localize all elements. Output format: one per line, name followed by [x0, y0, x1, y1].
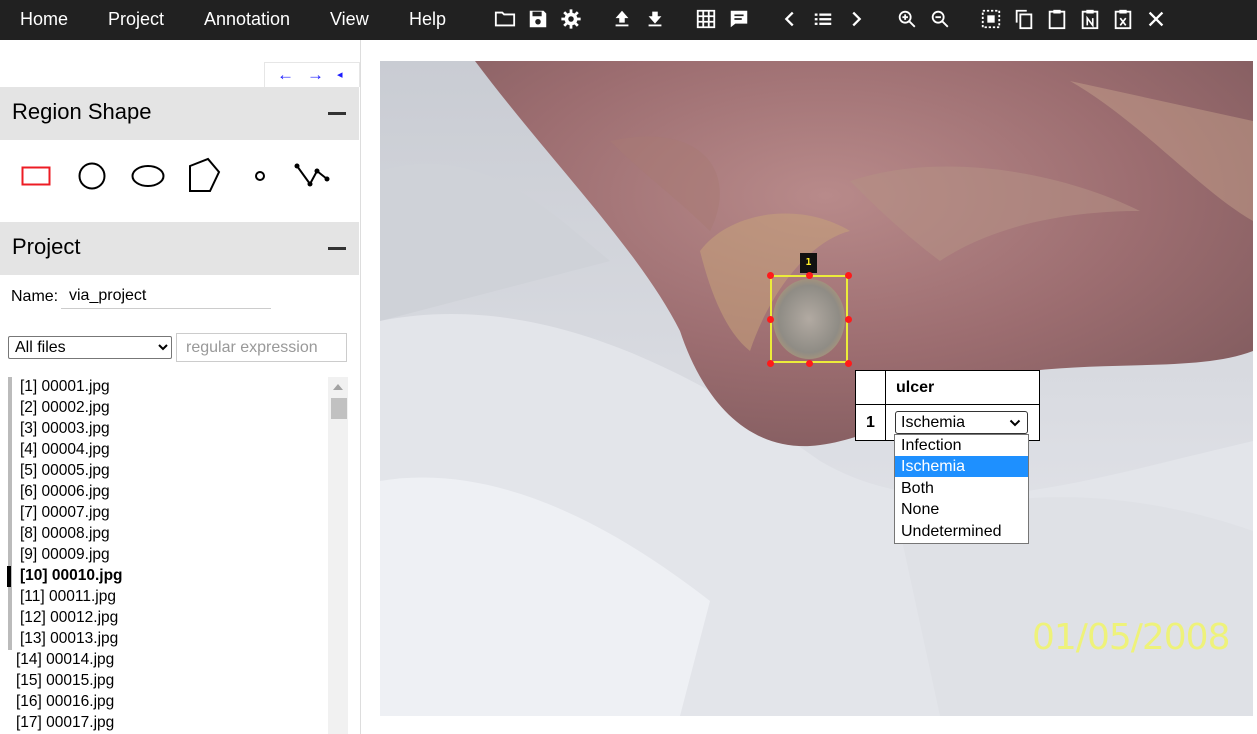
grid-icon[interactable] [695, 8, 717, 30]
copy-icon[interactable] [1013, 8, 1035, 30]
menu-home[interactable]: Home [20, 0, 68, 40]
region-handle-t[interactable] [806, 272, 813, 279]
region-id-label: 1 [800, 253, 817, 273]
attribute-option[interactable]: Undetermined [895, 521, 1028, 542]
file-list-item[interactable]: [2] 00002.jpg [20, 397, 110, 418]
scroll-up-icon[interactable] [333, 384, 343, 390]
region-shape-header[interactable]: Region Shape [0, 87, 359, 140]
region-handle-l[interactable] [767, 316, 774, 323]
circle-shape-button[interactable] [72, 156, 112, 196]
point-shape-button[interactable] [240, 156, 280, 196]
project-name-input[interactable] [61, 283, 271, 309]
attribute-option[interactable]: Infection [895, 435, 1028, 456]
close-icon[interactable] [1145, 8, 1167, 30]
upload-icon[interactable] [611, 8, 633, 30]
file-list-item[interactable]: [1] 00001.jpg [20, 376, 110, 397]
region-handle-tr[interactable] [845, 272, 852, 279]
attribute-option[interactable]: Both [895, 478, 1028, 499]
file-list-item[interactable]: [8] 00008.jpg [20, 523, 110, 544]
chevron-right-icon[interactable] [845, 8, 867, 30]
minus-icon[interactable] [328, 112, 346, 115]
project-header[interactable]: Project [0, 222, 359, 275]
menu-view[interactable]: View [330, 0, 369, 40]
scrollbar-thumb[interactable] [331, 398, 347, 419]
regex-filter-input[interactable] [176, 333, 347, 362]
panel-prev-button[interactable]: ← [277, 65, 294, 85]
file-list-item[interactable]: [12] 00012.jpg [20, 607, 118, 628]
panel-next-button[interactable]: → [307, 65, 324, 85]
project-title: Project [12, 234, 81, 259]
ulcer-attribute-select[interactable]: Ischemia [895, 411, 1028, 434]
chevron-down-icon [1009, 419, 1021, 427]
active-file-marker [7, 566, 11, 587]
file-list-item[interactable]: [7] 00007.jpg [20, 502, 110, 523]
image-canvas[interactable]: 1 01/05/2008 [380, 61, 1253, 716]
file-list-item[interactable]: [6] 00006.jpg [20, 481, 110, 502]
file-list-item[interactable]: [17] 00017.jpg [16, 712, 114, 733]
left-sidebar: ← → ◂ Region Shape Project Name: All fil… [0, 40, 361, 734]
attribute-options-dropdown: Infection Ischemia Both None Undetermined [894, 434, 1029, 544]
minus-icon[interactable] [328, 247, 346, 250]
save-icon[interactable] [527, 8, 549, 30]
polyline-shape-button[interactable] [292, 156, 332, 196]
file-list-item[interactable]: [9] 00009.jpg [20, 544, 110, 565]
file-list-item[interactable]: [15] 00015.jpg [16, 670, 114, 691]
comment-icon[interactable] [728, 8, 750, 30]
table-divider [856, 404, 1039, 405]
polygon-shape-icon [189, 157, 221, 192]
region-handle-r[interactable] [845, 316, 852, 323]
menu-help[interactable]: Help [409, 0, 446, 40]
file-list-item[interactable]: [13] 00013.jpg [20, 628, 118, 649]
attribute-option[interactable]: None [895, 499, 1028, 520]
file-list: [1] 00001.jpg [2] 00002.jpg [3] 00003.jpg[… [0, 376, 330, 734]
file-filter-select[interactable]: All files [8, 336, 172, 359]
region-shape-title: Region Shape [12, 99, 152, 124]
zoom-out-icon[interactable] [929, 8, 951, 30]
project-name-label: Name: [11, 288, 59, 305]
file-list-scrollbar[interactable] [328, 377, 348, 734]
rectangle-shape-icon [21, 166, 51, 186]
file-list-item[interactable]: [5] 00005.jpg [20, 460, 110, 481]
ellipse-shape-icon [131, 165, 165, 187]
file-list-item[interactable]: [10] 00010.jpg [20, 565, 123, 586]
attribute-column-header: ulcer [896, 379, 935, 396]
region-row-id: 1 [866, 414, 875, 431]
zoom-in-icon[interactable] [896, 8, 918, 30]
settings-icon[interactable] [560, 8, 582, 30]
polygon-shape-button[interactable] [184, 156, 224, 196]
list-icon[interactable] [812, 8, 834, 30]
select-all-icon[interactable] [980, 8, 1002, 30]
ellipse-shape-button[interactable] [128, 156, 168, 196]
attribute-option[interactable]: Ischemia [895, 456, 1028, 478]
file-list-item[interactable]: [16] 00016.jpg [16, 691, 114, 712]
region-handle-br[interactable] [845, 360, 852, 367]
table-divider [885, 371, 886, 440]
file-list-item[interactable]: [14] 00014.jpg [16, 649, 114, 670]
region-handle-tl[interactable] [767, 272, 774, 279]
region-handle-bl[interactable] [767, 360, 774, 367]
delete-region-icon[interactable] [1112, 8, 1134, 30]
point-shape-icon [255, 171, 265, 181]
panel-nav: ← → ◂ [264, 62, 360, 87]
top-menu-bar: Home Project Annotation View Help [0, 0, 1257, 40]
menu-annotation[interactable]: Annotation [204, 0, 290, 40]
paste-icon[interactable] [1046, 8, 1068, 30]
photo-date-stamp: 01/05/2008 [1032, 617, 1230, 658]
rectangle-shape-button[interactable] [16, 156, 56, 196]
region-rectangle[interactable] [770, 275, 848, 363]
circle-shape-icon [78, 162, 106, 190]
paste-n-icon[interactable] [1079, 8, 1101, 30]
folder-open-icon[interactable] [494, 8, 516, 30]
region-handle-b[interactable] [806, 360, 813, 367]
file-list-item[interactable]: [11] 00011.jpg [20, 586, 116, 607]
chevron-left-icon[interactable] [779, 8, 801, 30]
selected-value: Ischemia [901, 414, 966, 431]
menu-project[interactable]: Project [108, 0, 164, 40]
file-list-item[interactable]: [3] 00003.jpg [20, 418, 110, 439]
file-list-item[interactable]: [4] 00004.jpg [20, 439, 110, 460]
panel-collapse-button[interactable]: ◂ [337, 65, 343, 85]
download-icon[interactable] [644, 8, 666, 30]
